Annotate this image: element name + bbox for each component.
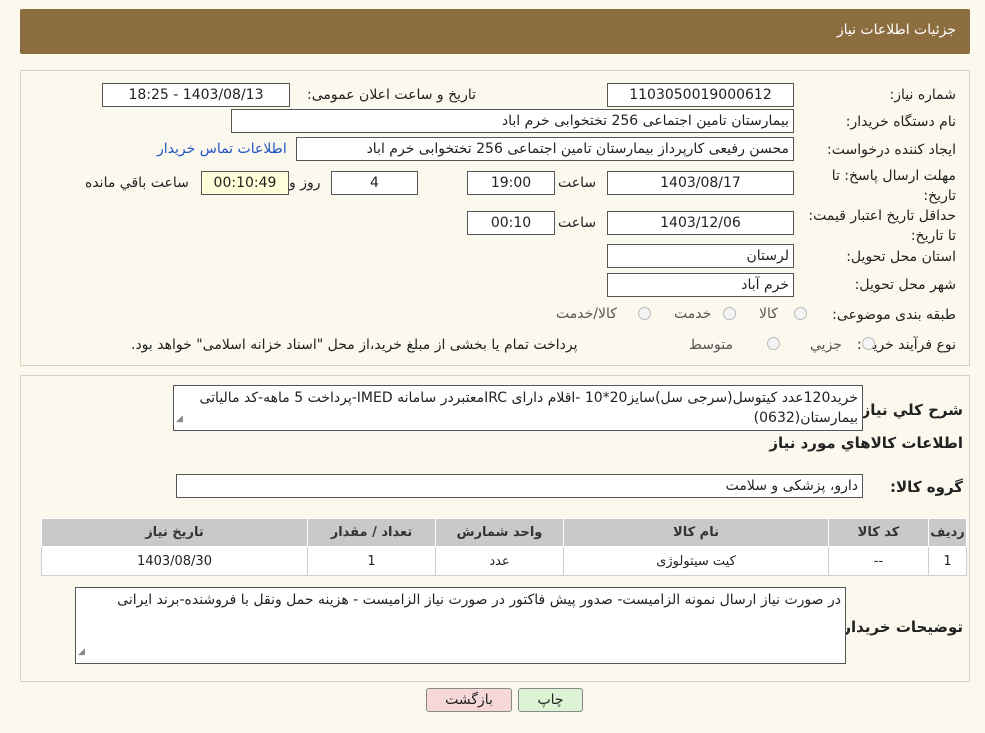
validity-time-field: 00:10	[467, 211, 555, 235]
buyer-org-field: بیمارستان تامین اجتماعی 256 تختخوابی خرم…	[231, 109, 794, 133]
table-row: 1 -- کیت سیتولوژی عدد 1 1403/08/30	[41, 546, 967, 576]
process-medium-label: متوسط	[689, 337, 733, 353]
validity-date-field: 1403/12/06	[607, 211, 794, 235]
col-goods-name: نام کالا	[563, 518, 829, 547]
print-button[interactable]: چاپ	[518, 688, 583, 712]
cell-goods-code: --	[828, 546, 929, 576]
remaining-time-field: 00:10:49	[201, 171, 289, 195]
summary-label: شرح کلي نياز:	[855, 401, 963, 419]
page-header: جزئیات اطلاعات نیاز	[20, 9, 970, 54]
process-radio-minor[interactable]	[862, 337, 875, 350]
category-radio-service[interactable]	[723, 307, 736, 320]
deadline-label: مهلت ارسال پاسخ: تا تاریخ:	[831, 168, 956, 204]
process-minor-label: جزیي	[810, 337, 842, 353]
cell-goods-name: کیت سیتولوژی	[563, 546, 829, 576]
deadline-date-field: 1403/08/17	[607, 171, 794, 195]
cell-unit: عدد	[435, 546, 564, 576]
buyer-org-label: نام دستگاه خریدار:	[845, 114, 956, 130]
buyer-contact-link[interactable]: اطلاعات تماس خریدار	[157, 141, 287, 157]
resize-grip-icon[interactable]: ◢	[176, 409, 183, 429]
deadline-time-field: 19:00	[467, 171, 555, 195]
goods-table: رديف کد کالا نام کالا واحد شمارش تعداد /…	[41, 518, 967, 576]
need-details-panel: شرح کلي نياز: خرید120عدد کیتوسل(سرجی سل)…	[20, 375, 970, 682]
cell-row-number: 1	[928, 546, 967, 576]
requester-field: محسن رفیعی کارپرداز بیمارستان تامین اجتم…	[296, 137, 794, 161]
city-field: خرم آباد	[607, 273, 794, 297]
category-radio-goods-service[interactable]	[638, 307, 651, 320]
days-label: روز و	[289, 175, 321, 191]
need-number-field: 1103050019000612	[607, 83, 794, 107]
process-radio-medium[interactable]	[767, 337, 780, 350]
category-goods-service-label: کالا/خدمت	[556, 306, 617, 322]
validity-label: حداقل تاریخ اعتبار قیمت: تا تاریخ:	[808, 208, 956, 244]
need-info-panel: شماره نیاز: 1103050019000612 تاریخ و ساع…	[20, 70, 970, 366]
cell-quantity: 1	[307, 546, 436, 576]
announce-field: 1403/08/13 - 18:25	[102, 83, 290, 107]
province-field: لرستان	[607, 244, 794, 268]
buyer-notes-text: در صورت نیاز ارسال نمونه الزامیست- صدور …	[117, 592, 841, 608]
need-number-label: شماره نیاز:	[889, 87, 957, 103]
back-button[interactable]: بازگشت	[426, 688, 512, 712]
col-unit: واحد شمارش	[435, 518, 564, 547]
remaining-label: ساعت باقي مانده	[85, 175, 189, 191]
col-goods-code: کد کالا	[828, 518, 929, 547]
days-field: 4	[331, 171, 418, 195]
goods-info-title: اطلاعات کالاهاي مورد نياز	[769, 434, 963, 452]
validity-time-label: ساعت	[558, 215, 597, 231]
province-label: استان محل تحویل:	[846, 249, 956, 265]
cell-need-date: 1403/08/30	[41, 546, 308, 576]
category-radio-goods[interactable]	[794, 307, 807, 320]
process-payment-note: پرداخت تمام یا بخشی از مبلغ خرید،از محل …	[131, 337, 578, 353]
page-title: جزئیات اطلاعات نیاز	[836, 22, 956, 38]
col-quantity: تعداد / مقدار	[307, 518, 436, 547]
col-row-number: رديف	[928, 518, 967, 547]
category-label: طبقه بندی موضوعی:	[832, 307, 956, 323]
deadline-time-label: ساعت	[558, 175, 597, 191]
buyer-notes-textarea[interactable]: در صورت نیاز ارسال نمونه الزامیست- صدور …	[75, 587, 846, 664]
category-service-label: خدمت	[674, 306, 712, 322]
goods-group-label: گروه کالا:	[890, 478, 963, 496]
requester-label: ایجاد کننده درخواست:	[827, 142, 956, 158]
category-goods-label: کالا	[759, 306, 778, 322]
announce-label: تاریخ و ساعت اعلان عمومی:	[307, 87, 476, 103]
summary-text: خرید120عدد کیتوسل(سرجی سل)سایز20*10 -اقل…	[199, 390, 858, 426]
resize-grip-icon[interactable]: ◢	[78, 642, 85, 662]
summary-textarea[interactable]: خرید120عدد کیتوسل(سرجی سل)سایز20*10 -اقل…	[173, 385, 863, 431]
goods-group-field: دارو، پزشکی و سلامت	[176, 474, 863, 498]
table-header-row: رديف کد کالا نام کالا واحد شمارش تعداد /…	[41, 518, 967, 547]
col-need-date: تاریخ نیاز	[41, 518, 308, 547]
city-label: شهر محل تحویل:	[854, 277, 956, 293]
buyer-notes-label: توضیحات خریدار:	[836, 618, 963, 636]
